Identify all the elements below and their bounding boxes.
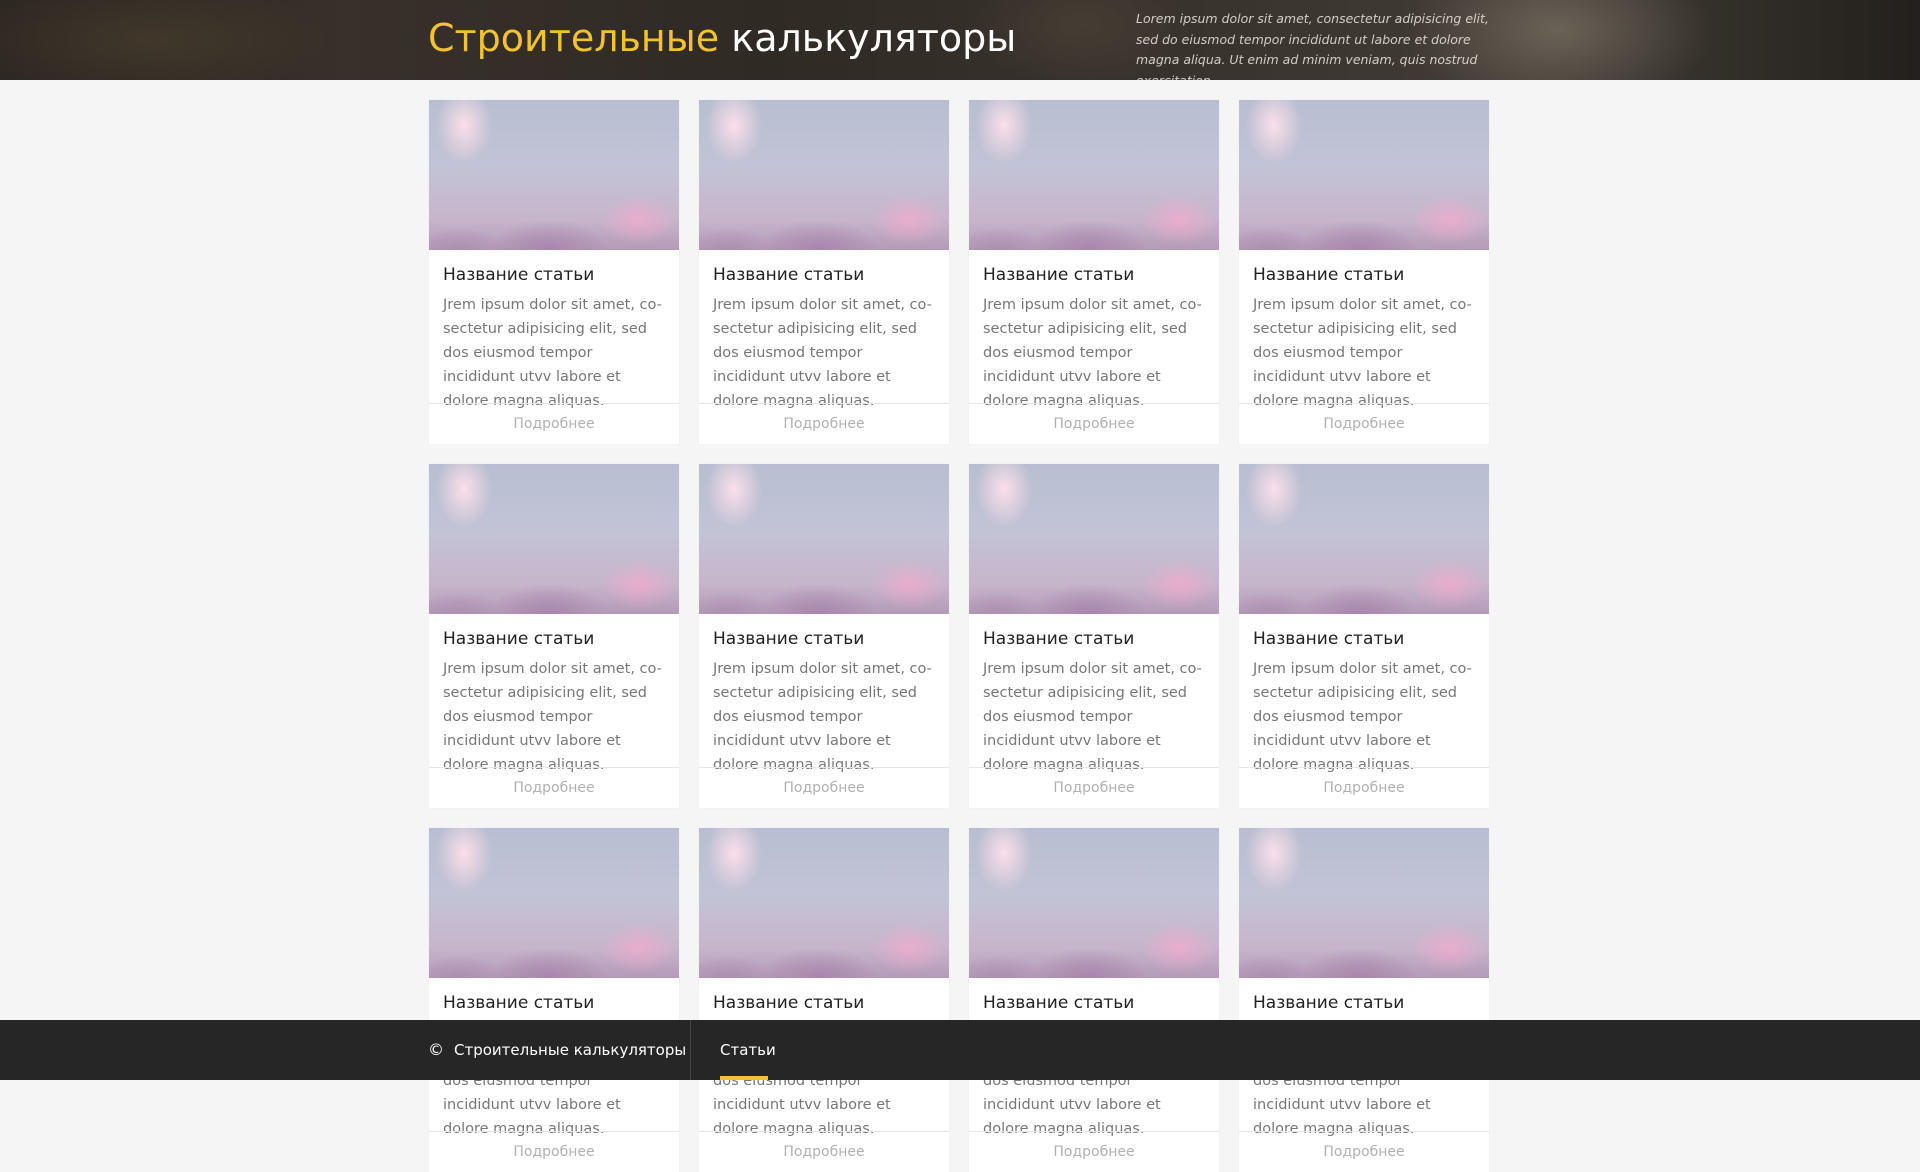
article-image[interactable]: [699, 828, 949, 978]
article-image[interactable]: [429, 828, 679, 978]
article-card: Название статьи Jrem ipsum dolor sit ame…: [1239, 464, 1489, 808]
read-more-link[interactable]: Подробнее: [1239, 1131, 1489, 1172]
article-image[interactable]: [429, 464, 679, 614]
article-card: Название статьи Jrem ipsum dolor sit ame…: [699, 464, 949, 808]
article-excerpt: Jrem ipsum dolor sit amet, co-sectetur a…: [983, 661, 1202, 773]
site-title-rest: калькуляторы: [731, 16, 1017, 60]
article-excerpt: Jrem ipsum dolor sit amet, co-sectetur a…: [983, 297, 1202, 409]
footer-nav-articles[interactable]: Статьи: [720, 1020, 776, 1080]
article-excerpt: Jrem ipsum dolor sit amet, co-sectetur a…: [713, 297, 932, 409]
article-image[interactable]: [969, 828, 1219, 978]
article-title[interactable]: Название статьи: [1253, 628, 1475, 650]
read-more-link[interactable]: Подробнее: [1239, 767, 1489, 808]
article-card: Название статьи Jrem ipsum dolor sit ame…: [699, 100, 949, 444]
article-image[interactable]: [699, 100, 949, 250]
article-title[interactable]: Название статьи: [443, 264, 665, 286]
article-title[interactable]: Название статьи: [443, 628, 665, 650]
article-excerpt: Jrem ipsum dolor sit amet, co-sectetur a…: [1253, 297, 1472, 409]
read-more-link[interactable]: Подробнее: [429, 1131, 679, 1172]
read-more-link[interactable]: Подробнее: [429, 403, 679, 444]
article-card: Название статьи Jrem ipsum dolor sit ame…: [429, 828, 679, 1172]
article-card: Название статьи Jrem ipsum dolor sit ame…: [699, 828, 949, 1172]
article-card: Название статьи Jrem ipsum dolor sit ame…: [969, 464, 1219, 808]
site-header: Строительные калькуляторы Lorem ipsum do…: [0, 0, 1920, 80]
article-image[interactable]: [1239, 464, 1489, 614]
read-more-link[interactable]: Подробнее: [969, 403, 1219, 444]
read-more-link[interactable]: Подробнее: [969, 1131, 1219, 1172]
article-title[interactable]: Название статьи: [983, 992, 1205, 1014]
site-footer: © Строительные калькуляторы Статьи: [0, 1020, 1920, 1080]
article-card: Название статьи Jrem ipsum dolor sit ame…: [1239, 100, 1489, 444]
article-card: Название статьи Jrem ipsum dolor sit ame…: [429, 100, 679, 444]
article-card: Название статьи Jrem ipsum dolor sit ame…: [1239, 828, 1489, 1172]
article-image[interactable]: [699, 464, 949, 614]
article-image[interactable]: [1239, 100, 1489, 250]
article-image[interactable]: [969, 100, 1219, 250]
article-title[interactable]: Название статьи: [443, 992, 665, 1014]
article-title[interactable]: Название статьи: [983, 264, 1205, 286]
read-more-link[interactable]: Подробнее: [699, 767, 949, 808]
article-title[interactable]: Название статьи: [713, 628, 935, 650]
read-more-link[interactable]: Подробнее: [969, 767, 1219, 808]
article-excerpt: Jrem ipsum dolor sit amet, co-sectetur a…: [713, 661, 932, 773]
footer-copyright-text: Строительные калькуляторы: [454, 1041, 687, 1059]
article-title[interactable]: Название статьи: [713, 992, 935, 1014]
site-title[interactable]: Строительные калькуляторы: [428, 14, 1016, 62]
articles-grid: Название статьи Jrem ipsum dolor sit ame…: [429, 100, 1490, 1172]
article-card: Название статьи Jrem ipsum dolor sit ame…: [969, 100, 1219, 444]
read-more-link[interactable]: Подробнее: [699, 403, 949, 444]
footer-divider: [690, 1020, 691, 1080]
read-more-link[interactable]: Подробнее: [1239, 403, 1489, 444]
active-nav-indicator: [720, 1076, 768, 1080]
article-image[interactable]: [429, 100, 679, 250]
article-excerpt: Jrem ipsum dolor sit amet, co-sectetur a…: [1253, 661, 1472, 773]
site-title-accent: Строительные: [428, 16, 720, 60]
copyright-icon: ©: [428, 1040, 444, 1059]
article-title[interactable]: Название статьи: [983, 628, 1205, 650]
article-title[interactable]: Название статьи: [713, 264, 935, 286]
header-description: Lorem ipsum dolor sit amet, consectetur …: [1136, 11, 1489, 80]
article-card: Название статьи Jrem ipsum dolor sit ame…: [969, 828, 1219, 1172]
article-excerpt: Jrem ipsum dolor sit amet, co-sectetur a…: [443, 661, 662, 773]
article-card: Название статьи Jrem ipsum dolor sit ame…: [429, 464, 679, 808]
read-more-link[interactable]: Подробнее: [429, 767, 679, 808]
read-more-link[interactable]: Подробнее: [699, 1131, 949, 1172]
article-excerpt: Jrem ipsum dolor sit amet, co-sectetur a…: [443, 297, 662, 409]
article-image[interactable]: [969, 464, 1219, 614]
article-title[interactable]: Название статьи: [1253, 264, 1475, 286]
footer-copyright: © Строительные калькуляторы: [428, 1020, 686, 1080]
article-image[interactable]: [1239, 828, 1489, 978]
article-title[interactable]: Название статьи: [1253, 992, 1475, 1014]
